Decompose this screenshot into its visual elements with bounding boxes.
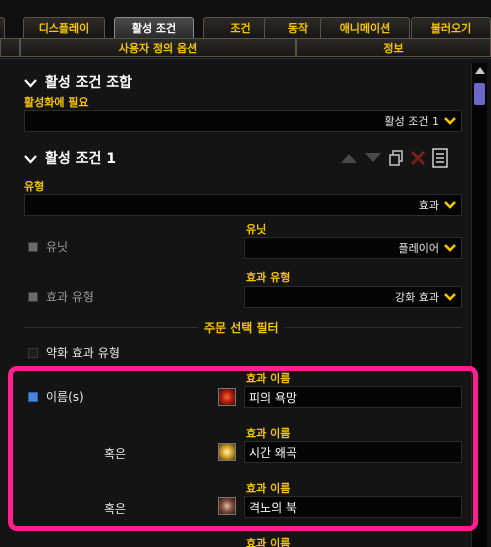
tab-edge-2	[0, 38, 20, 57]
unit-label: 유닛	[246, 223, 267, 236]
condition1-header[interactable]: 활성 조건 1	[24, 148, 116, 168]
effect-name-label-4: 효과 이름	[246, 537, 291, 547]
tab-load[interactable]: 불러오기	[411, 17, 491, 39]
scroll-thumb[interactable]	[474, 83, 485, 105]
duplicate-icon[interactable]	[388, 150, 404, 166]
chevron-down-icon	[443, 200, 457, 210]
tab-edge	[0, 17, 5, 39]
chevron-down-icon	[443, 292, 457, 302]
chevron-down-icon	[443, 243, 457, 253]
notes-icon[interactable]	[432, 148, 448, 168]
type-dropdown[interactable]: 효과	[24, 194, 462, 216]
spell-filter-title: 주문 선택 필터	[198, 319, 285, 336]
effect-type-checkbox-row[interactable]: 효과 유형	[28, 288, 94, 305]
combo-section-header[interactable]: 활성 조건 조합	[24, 72, 132, 92]
effect-type-value: 강화 효과	[395, 291, 439, 304]
weak-effect-type-row[interactable]: 약화 효과 유형	[28, 344, 120, 361]
tab-display[interactable]: 디스플레이	[23, 17, 105, 39]
unit-check-label: 유닛	[46, 240, 69, 254]
move-down-icon[interactable]	[364, 152, 382, 164]
unit-checkbox[interactable]	[28, 241, 38, 252]
type-label: 유형	[24, 180, 45, 193]
highlight-box	[8, 366, 478, 531]
tab-activation-conditions[interactable]: 활성 조건	[114, 17, 194, 39]
required-dropdown[interactable]: 활성 조건 1	[24, 110, 462, 132]
combo-section-title: 활성 조건 조합	[45, 75, 133, 91]
required-label: 활성화에 필요	[24, 96, 89, 109]
delete-icon[interactable]	[410, 150, 426, 166]
unit-dropdown[interactable]: 플레이어	[244, 237, 462, 259]
weak-effect-type-checkbox[interactable]	[28, 347, 38, 358]
unit-checkbox-row[interactable]: 유닛	[28, 238, 68, 255]
effect-type-label: 효과 유형	[246, 271, 291, 284]
tab-bar: 디스플레이 활성 조건 조건 동작 애니메이션 불러오기	[0, 15, 491, 39]
scroll-up-arrow-icon[interactable]	[475, 67, 485, 74]
tab-animation[interactable]: 애니메이션	[320, 17, 410, 39]
condition1-title: 활성 조건 1	[45, 151, 117, 167]
effect-type-check-label: 효과 유형	[46, 290, 94, 304]
effect-type-dropdown[interactable]: 강화 효과	[244, 286, 462, 308]
tab-bar-secondary: 사용자 정의 옵션 정보	[0, 38, 491, 58]
required-value: 활성 조건 1	[384, 115, 439, 128]
move-up-icon[interactable]	[340, 152, 358, 164]
effect-type-checkbox[interactable]	[28, 291, 38, 302]
unit-value: 플레이어	[398, 242, 439, 255]
type-value: 효과	[418, 199, 439, 212]
chevron-down-icon	[24, 154, 37, 164]
condition-tools	[340, 148, 448, 168]
weak-effect-type-label: 약화 효과 유형	[46, 346, 120, 360]
chevron-down-icon	[24, 78, 37, 88]
chevron-down-icon	[443, 116, 457, 126]
tab-custom-options[interactable]: 사용자 정의 옵션	[20, 38, 296, 57]
tab-info[interactable]: 정보	[296, 38, 491, 57]
